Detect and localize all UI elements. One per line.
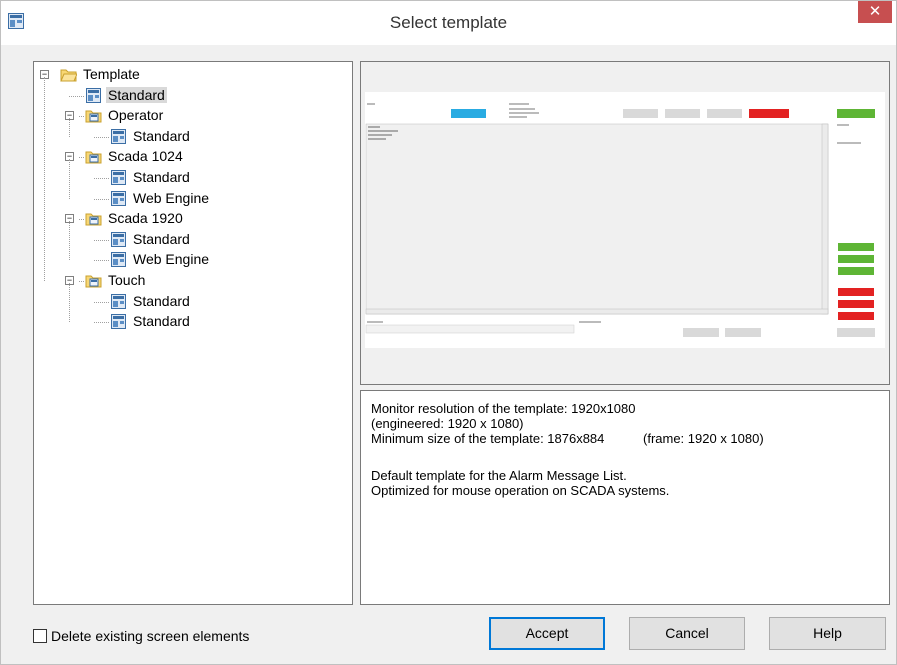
tree-template-node[interactable]: Standard: [34, 127, 352, 147]
tree-node-label: Operator: [108, 107, 164, 124]
select-template-dialog: Select template ✕ Template − Standard Opera…: [0, 0, 897, 665]
template-icon: [111, 252, 126, 268]
tree-node-label: Web Engine: [133, 189, 210, 206]
desc-frame: (frame: 1920 x 1080): [643, 431, 764, 446]
tree-template-node[interactable]: Standard: [34, 86, 352, 106]
template-icon: [111, 170, 126, 185]
template-folder-icon: [85, 213, 102, 226]
tree-folder-node[interactable]: Touch −: [34, 271, 352, 291]
tree-folder-node[interactable]: Scada 1920−: [34, 209, 352, 229]
tree-node-label: Scada 1920: [108, 210, 183, 227]
desc-default-template: Default template for the Alarm Message L…: [371, 468, 627, 483]
tree-guide-line: [69, 283, 70, 323]
tree-node-label: Standard: [133, 292, 190, 309]
desc-monitor-resolution: Monitor resolution of the template: 1920…: [371, 401, 636, 416]
help-button[interactable]: Help: [769, 617, 886, 650]
template-icon: [86, 87, 101, 103]
template-preview: [360, 61, 890, 385]
template-folder-icon: [85, 275, 102, 288]
title-bar: Select template ✕: [1, 1, 896, 45]
tree-connector: [79, 157, 84, 159]
template-icon: [111, 128, 126, 144]
tree-connector: [79, 219, 84, 221]
tree-folder-node[interactable]: Template −: [34, 65, 352, 85]
tree-guide-line: [44, 77, 45, 281]
desc-engineered: (engineered: 1920 x 1080): [371, 416, 524, 431]
tree-connector: [94, 136, 109, 138]
tree-connector: [79, 281, 84, 282]
tree-template-node[interactable]: Standard: [34, 230, 352, 250]
desc-minimum-size: Minimum size of the template: 1876x884: [371, 431, 605, 446]
template-icon: [111, 231, 126, 247]
template-icon: [111, 293, 126, 309]
tree-connector: [94, 322, 109, 324]
tree-node-label: Standard: [133, 313, 190, 330]
tree-connector: [94, 198, 109, 200]
tree-connector: [94, 178, 109, 179]
window-title: Select template: [389, 13, 508, 32]
tree-node-label: Standard: [106, 86, 167, 103]
tree-node-label: Template: [83, 66, 140, 82]
tree-template-node[interactable]: Standard: [34, 312, 352, 332]
tree-connector: [69, 95, 84, 97]
tree-node-label: Standard: [133, 230, 190, 247]
tree-guide-line: [69, 118, 70, 137]
folder-open-icon: [60, 69, 77, 82]
tree-connector: [94, 301, 109, 303]
tree-connector: [94, 239, 109, 241]
tree-folder-node[interactable]: Operator −: [34, 106, 352, 126]
tree-node-label: Touch: [108, 272, 146, 288]
template-description: Monitor resolution of the template: 1920…: [360, 390, 890, 605]
delete-existing-checkbox[interactable]: [33, 629, 47, 643]
template-icon: [111, 190, 126, 206]
tree-node-label: Standard: [133, 127, 190, 144]
tree-guide-line: [69, 221, 70, 261]
tree-node-label: Standard: [133, 169, 190, 185]
preview-thumbnail: [361, 62, 889, 384]
tree-node-label: Web Engine: [133, 251, 210, 268]
delete-existing-label[interactable]: Delete existing screen elements: [51, 628, 249, 644]
template-folder-icon: [85, 110, 102, 123]
template-icon: [111, 314, 126, 330]
tree-folder-node[interactable]: Scada 1024−: [34, 147, 352, 167]
template-folder-icon: [85, 151, 102, 164]
desc-optimized: Optimized for mouse operation on SCADA s…: [371, 483, 670, 498]
accept-button[interactable]: Accept: [489, 617, 605, 650]
tree-connector: [94, 260, 109, 262]
tree-node-label: Scada 1024: [108, 148, 183, 165]
tree-connector: [79, 116, 84, 118]
tree-guide-line: [69, 159, 70, 199]
cancel-button[interactable]: Cancel: [629, 617, 745, 650]
tree-template-node[interactable]: Standard: [34, 168, 352, 188]
tree-template-node[interactable]: Web Engine: [34, 250, 352, 270]
template-tree: Template − Standard Operator − Standard Scada …: [33, 61, 353, 605]
tree-template-node[interactable]: Standard: [34, 292, 352, 312]
close-button[interactable]: ✕: [858, 1, 892, 23]
tree-template-node[interactable]: Web Engine: [34, 189, 352, 209]
